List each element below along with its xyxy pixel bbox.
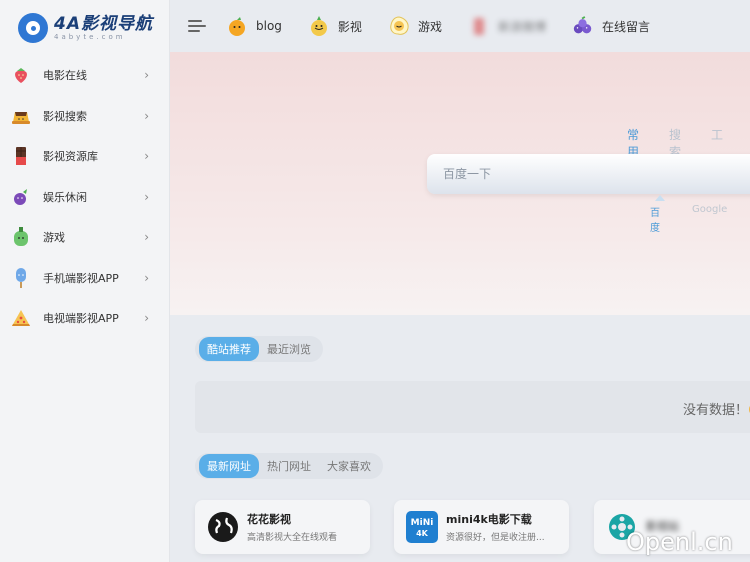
search-input[interactable] [427, 154, 750, 194]
chevron-right-icon: › [144, 270, 149, 285]
popsicle-icon [10, 267, 32, 289]
sidebar-item-label: 电视端影视APP [43, 312, 119, 326]
pizza-icon [10, 307, 32, 329]
pudding-icon [10, 105, 32, 127]
tab-popular[interactable]: 热门网址 [259, 454, 319, 478]
sidebar-item-movies-online[interactable]: 电影在线 › [0, 55, 169, 96]
sidebar-item-games[interactable]: 游戏 › [0, 217, 169, 258]
header-item-label: 影视 [337, 19, 362, 34]
sidebar-item-tv-app[interactable]: 电视端影视APP › [0, 298, 169, 339]
site-card[interactable]: 花花影视 高清影视大全在线观看 [195, 500, 370, 554]
chevron-right-icon: › [144, 311, 149, 326]
sites-tabs: 最新网址 热门网址 大家喜欢 [195, 453, 383, 479]
sidebar-item-label: 游戏 [43, 231, 65, 245]
chevron-right-icon: › [144, 68, 149, 83]
menu-toggle-icon[interactable] [188, 19, 206, 33]
header-item-label: 新浪微博 [497, 19, 546, 34]
chocolate-icon [10, 145, 32, 167]
header-item-video[interactable]: 影视 [308, 15, 362, 37]
hero-banner: 常用 搜索 工 百度 Google [170, 52, 750, 315]
sidebar-item-label: 手机端影视APP [43, 271, 119, 285]
eggplant-icon [10, 186, 32, 208]
tab-newest[interactable]: 最新网址 [199, 454, 259, 478]
logo[interactable]: 4A影视导航 4abyte.com [0, 0, 169, 56]
site-card-title: mini4k电影下载 [446, 513, 532, 526]
globe-icon [207, 511, 239, 543]
recommend-tabs: 酷站推荐 最近浏览 [195, 336, 323, 362]
tab-favorites[interactable]: 大家喜欢 [319, 454, 379, 478]
svg-text:4K: 4K [416, 529, 429, 538]
sidebar-item-label: 娱乐休闲 [43, 190, 87, 204]
svg-text:MiNi: MiNi [411, 518, 434, 528]
logo-subtitle: 4abyte.com [54, 32, 126, 41]
site-card-desc: 高清影视大全在线观看 [247, 533, 338, 543]
sidebar-item-video-resources[interactable]: 影视资源库 › [0, 136, 169, 177]
drink-icon [468, 15, 490, 37]
header-item-guestbook[interactable]: 在线留言 [572, 15, 650, 37]
sidebar-item-label: 影视资源库 [43, 150, 98, 164]
header-item-label: 游戏 [417, 19, 442, 34]
logo-icon [18, 13, 48, 43]
logo-title: 4A影视导航 [54, 13, 153, 34]
engine-baidu[interactable]: 百度 [650, 195, 665, 234]
sidebar-item-label: 影视搜索 [43, 109, 87, 123]
header-item-label: 在线留言 [601, 19, 650, 34]
recommend-panel [195, 381, 750, 433]
chevron-right-icon: › [144, 230, 149, 245]
header-item-blog[interactable]: blog [226, 15, 282, 37]
top-header: blog 影视 游戏 新浪微博 在线留言 [170, 0, 750, 52]
strawberry-icon [10, 64, 32, 86]
tab-cool-sites[interactable]: 酷站推荐 [199, 337, 259, 361]
sidebar-item-entertainment[interactable]: 娱乐休闲 › [0, 177, 169, 218]
empty-state-text: 没有数据！🙂 [683, 403, 750, 418]
header-item-label: blog [256, 19, 282, 33]
site-card-title: 花花影视 [247, 513, 291, 526]
chevron-right-icon: › [144, 149, 149, 164]
sidebar: 4A影视导航 4abyte.com 电影在线 › 影视搜索 › 影视资源库 › [0, 0, 170, 562]
sidebar-item-mobile-app[interactable]: 手机端影视APP › [0, 258, 169, 299]
site-card-desc: 资源很好，但是收注册... [446, 533, 545, 543]
watermark-text: Openl.cn [626, 528, 733, 556]
header-item-weibo[interactable]: 新浪微博 [468, 15, 546, 37]
grapes-icon [572, 15, 594, 37]
engine-google[interactable]: Google [692, 204, 727, 234]
egg-icon [388, 15, 410, 37]
onion-icon [308, 15, 330, 37]
orange-icon [226, 15, 248, 37]
tab-recent[interactable]: 最近浏览 [259, 337, 319, 361]
sidebar-item-video-search[interactable]: 影视搜索 › [0, 96, 169, 137]
sidebar-item-label: 电影在线 [43, 69, 87, 83]
mini4k-logo-icon: MiNi 4K [406, 511, 438, 543]
site-card[interactable]: MiNi 4K mini4k电影下载 资源很好，但是收注册... [394, 500, 569, 554]
chevron-right-icon: › [144, 189, 149, 204]
chevron-right-icon: › [144, 108, 149, 123]
header-item-games[interactable]: 游戏 [388, 15, 442, 37]
pepper-icon [10, 226, 32, 248]
search-engines: 百度 Google [650, 195, 750, 234]
